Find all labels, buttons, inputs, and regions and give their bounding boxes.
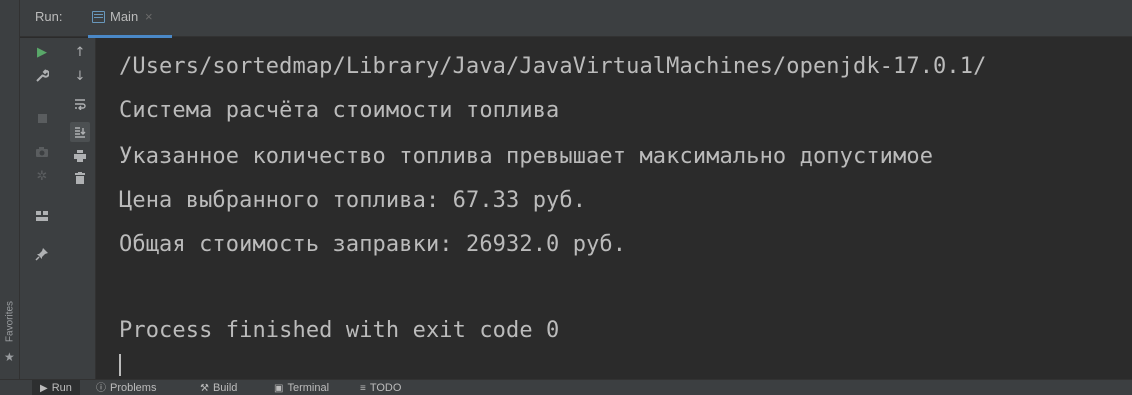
- camera-icon[interactable]: [32, 142, 52, 162]
- stop-icon[interactable]: [32, 108, 52, 128]
- star-icon[interactable]: ★: [4, 350, 15, 364]
- tool-tab-terminal-label: Terminal: [287, 382, 330, 394]
- tab-main-label: Main: [110, 9, 139, 24]
- scroll-to-end-icon[interactable]: [70, 122, 90, 142]
- console-line: Process finished with exit code 0: [119, 318, 560, 343]
- console-line: Общая стоимость заправки: 26932.0 руб.: [119, 232, 627, 257]
- tool-window-bar: ▶ Run ⓘ Problems ⚒ Build ▣ Terminal ≡ TODO: [0, 379, 1132, 395]
- hammer-icon: ⚒: [200, 383, 209, 394]
- console-icon: [92, 11, 105, 23]
- text-cursor: [119, 354, 121, 376]
- favorites-strip: Favorites ★: [0, 0, 20, 379]
- layout-icon[interactable]: [32, 206, 52, 226]
- down-arrow-icon[interactable]: ↓: [70, 66, 90, 86]
- print-icon[interactable]: [70, 146, 90, 166]
- tool-tab-todo-label: TODO: [369, 382, 402, 394]
- info-icon: ⓘ: [96, 383, 106, 394]
- tab-main[interactable]: Main ×: [88, 0, 172, 38]
- console-line: Система расчёта стоимости топлива: [119, 98, 560, 123]
- tool-tab-todo[interactable]: ≡ TODO: [360, 380, 401, 395]
- tool-tab-build-label: Build: [212, 382, 238, 394]
- soft-wrap-icon[interactable]: [70, 94, 90, 114]
- favorites-label: Favorites: [4, 300, 16, 343]
- tool-tab-terminal[interactable]: ▣ Terminal: [274, 380, 329, 395]
- pin-icon[interactable]: [32, 244, 52, 264]
- run-panel-title: Run:: [35, 9, 63, 24]
- trash-icon[interactable]: [70, 168, 90, 188]
- tool-tab-run[interactable]: ▶ Run: [32, 380, 80, 395]
- list-icon: ≡: [360, 383, 366, 394]
- console-output[interactable]: /Users/sortedmap/Library/Java/JavaVirtua…: [97, 38, 1132, 379]
- console-line: Указанное количество топлива превышает м…: [119, 144, 934, 169]
- play-icon: ▶: [40, 383, 48, 394]
- tool-tab-run-label: Run: [51, 382, 72, 394]
- console-line: Цена выбранного топлива: 67.33 руб.: [119, 188, 587, 213]
- tool-tab-problems[interactable]: ⓘ Problems: [96, 380, 156, 395]
- run-toolbar-left: ▶ ✲: [20, 38, 64, 379]
- console-line: /Users/sortedmap/Library/Java/JavaVirtua…: [119, 54, 987, 79]
- wrench-icon[interactable]: [32, 66, 52, 86]
- close-icon[interactable]: ×: [145, 9, 153, 24]
- favorites-tab[interactable]: Favorites: [3, 296, 17, 350]
- run-panel-header: Run: Main ×: [20, 0, 1132, 38]
- up-arrow-icon[interactable]: ↑: [70, 42, 90, 62]
- run-toolbar-right: ↑ ↓: [64, 38, 96, 379]
- tool-tab-build[interactable]: ⚒ Build: [200, 380, 237, 395]
- terminal-icon: ▣: [274, 383, 284, 394]
- run-icon[interactable]: ▶: [32, 42, 52, 62]
- tool-tab-problems-label: Problems: [110, 382, 157, 394]
- debug-icon[interactable]: ✲: [32, 166, 52, 186]
